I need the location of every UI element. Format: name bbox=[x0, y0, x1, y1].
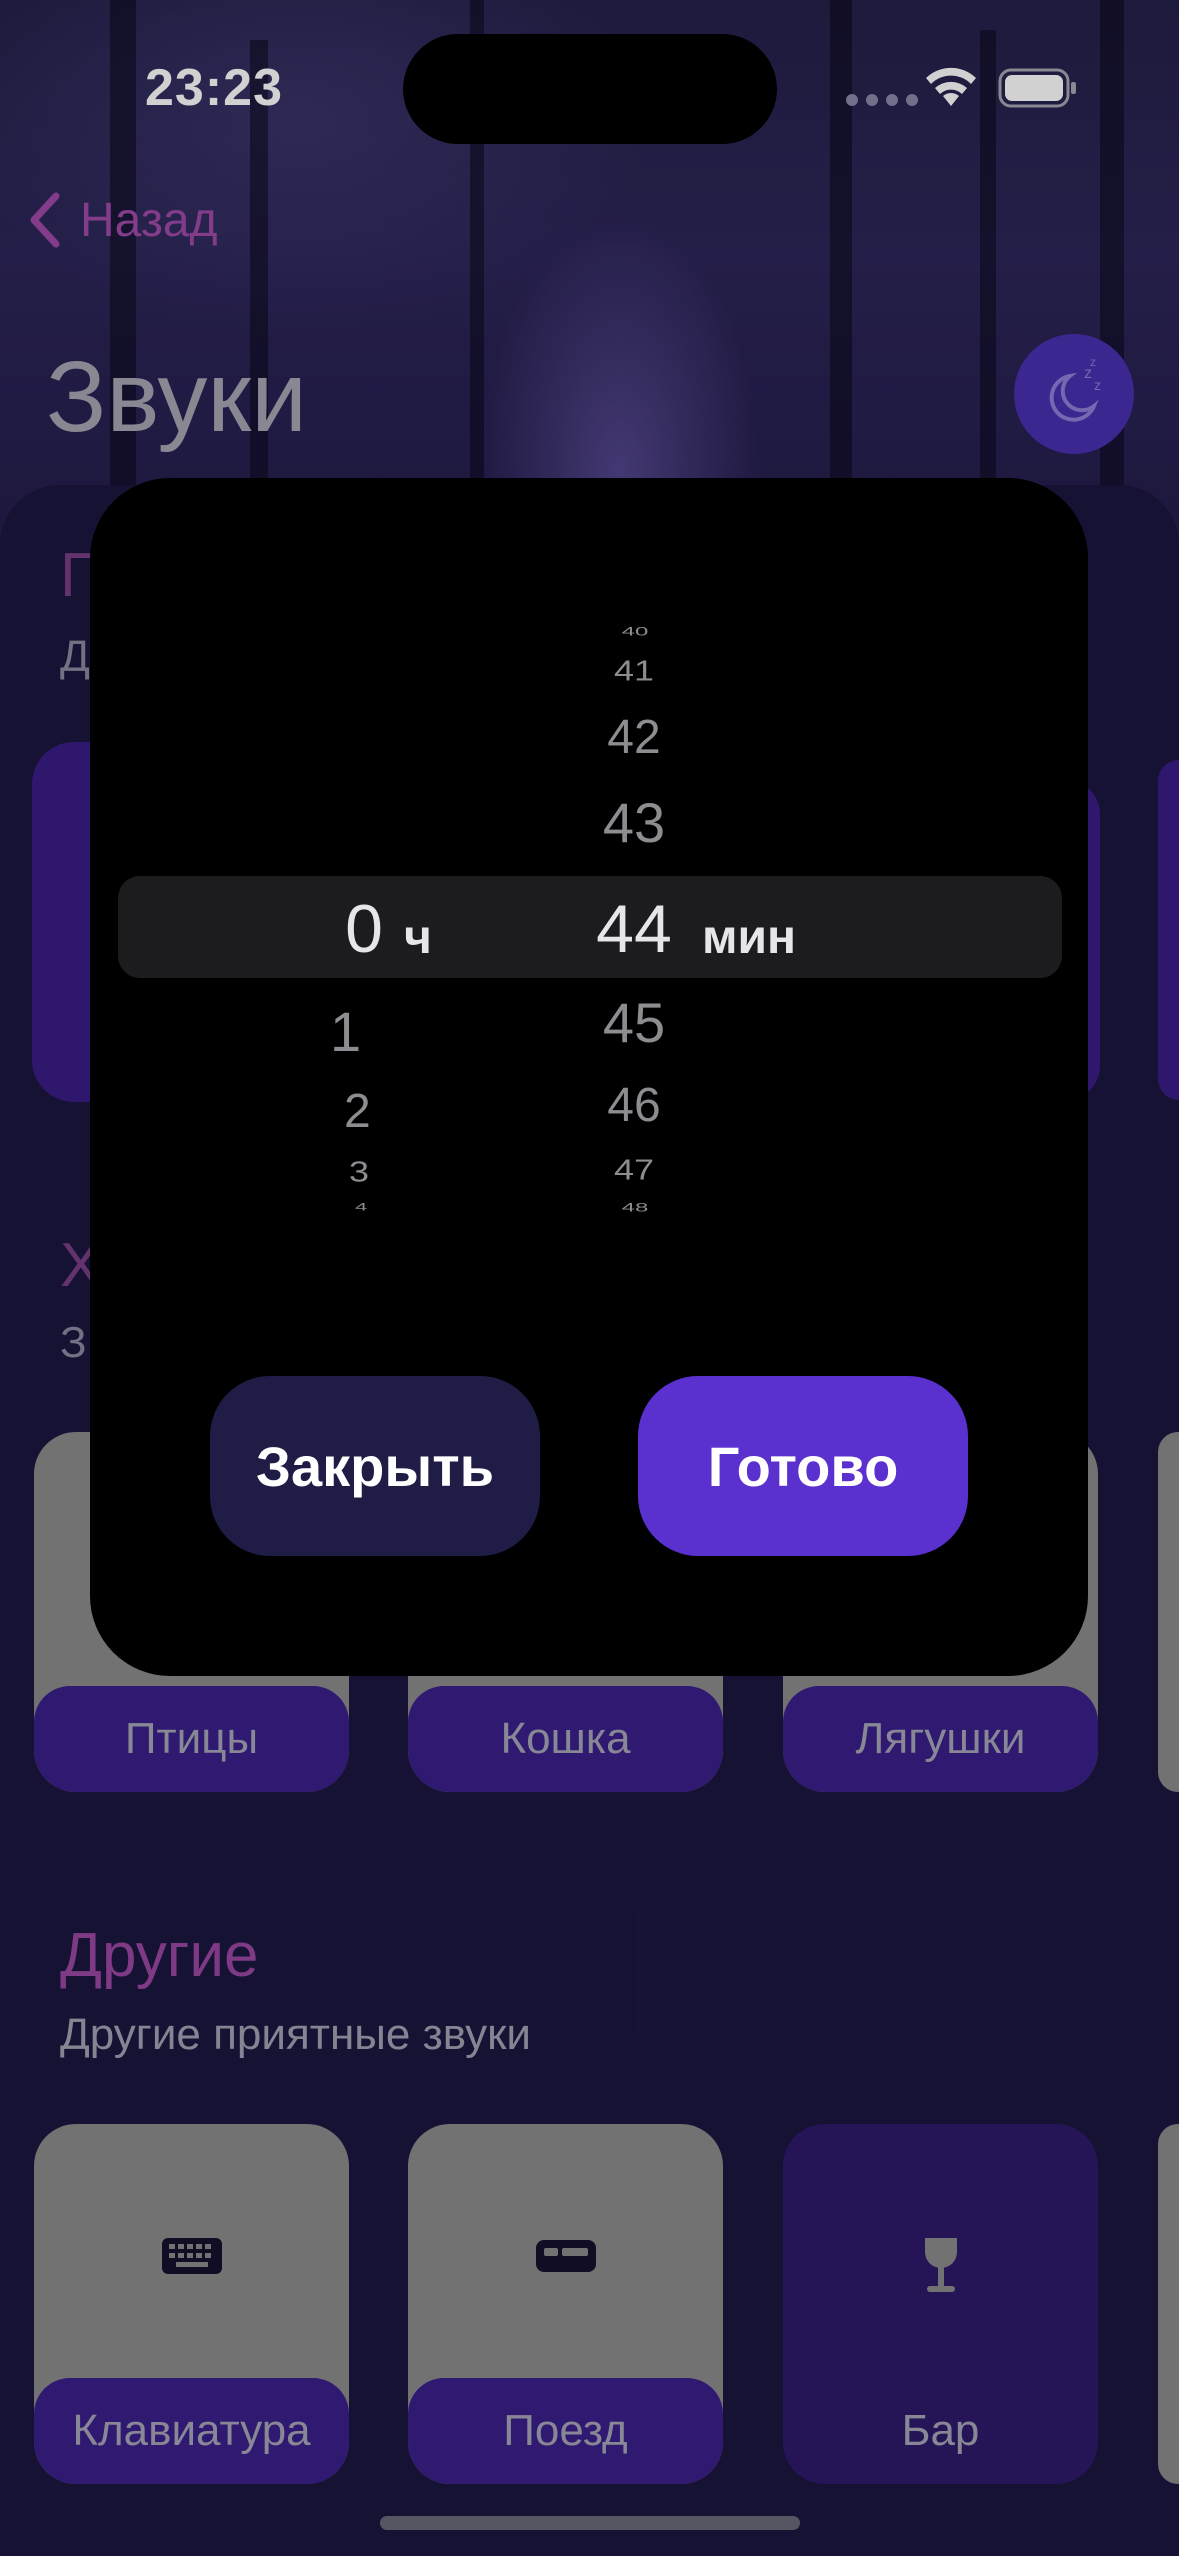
minutes-option: 41 bbox=[613, 654, 655, 687]
minutes-option: 40 bbox=[621, 625, 649, 639]
close-button[interactable]: Закрыть bbox=[210, 1376, 540, 1556]
minutes-selected-value: 44 bbox=[596, 891, 672, 967]
timer-picker-modal: 0 1 2 3 4 ч 40 41 42 43 44 45 46 47 48 м… bbox=[90, 478, 1088, 1676]
minutes-option: 46 bbox=[607, 1079, 661, 1132]
hours-unit: ч bbox=[404, 911, 432, 964]
minutes-option: 43 bbox=[602, 791, 666, 854]
minutes-unit: мин bbox=[702, 911, 797, 964]
minutes-option: 47 bbox=[613, 1153, 655, 1186]
hours-option: 3 bbox=[349, 1155, 370, 1188]
minutes-option: 48 bbox=[621, 1201, 649, 1215]
hours-option: 4 bbox=[355, 1200, 368, 1214]
hours-option: 2 bbox=[344, 1085, 371, 1138]
done-button[interactable]: Готово bbox=[638, 1376, 968, 1556]
minutes-option: 45 bbox=[602, 991, 666, 1054]
minutes-option: 42 bbox=[607, 711, 661, 764]
hours-option: 1 bbox=[330, 1000, 362, 1063]
